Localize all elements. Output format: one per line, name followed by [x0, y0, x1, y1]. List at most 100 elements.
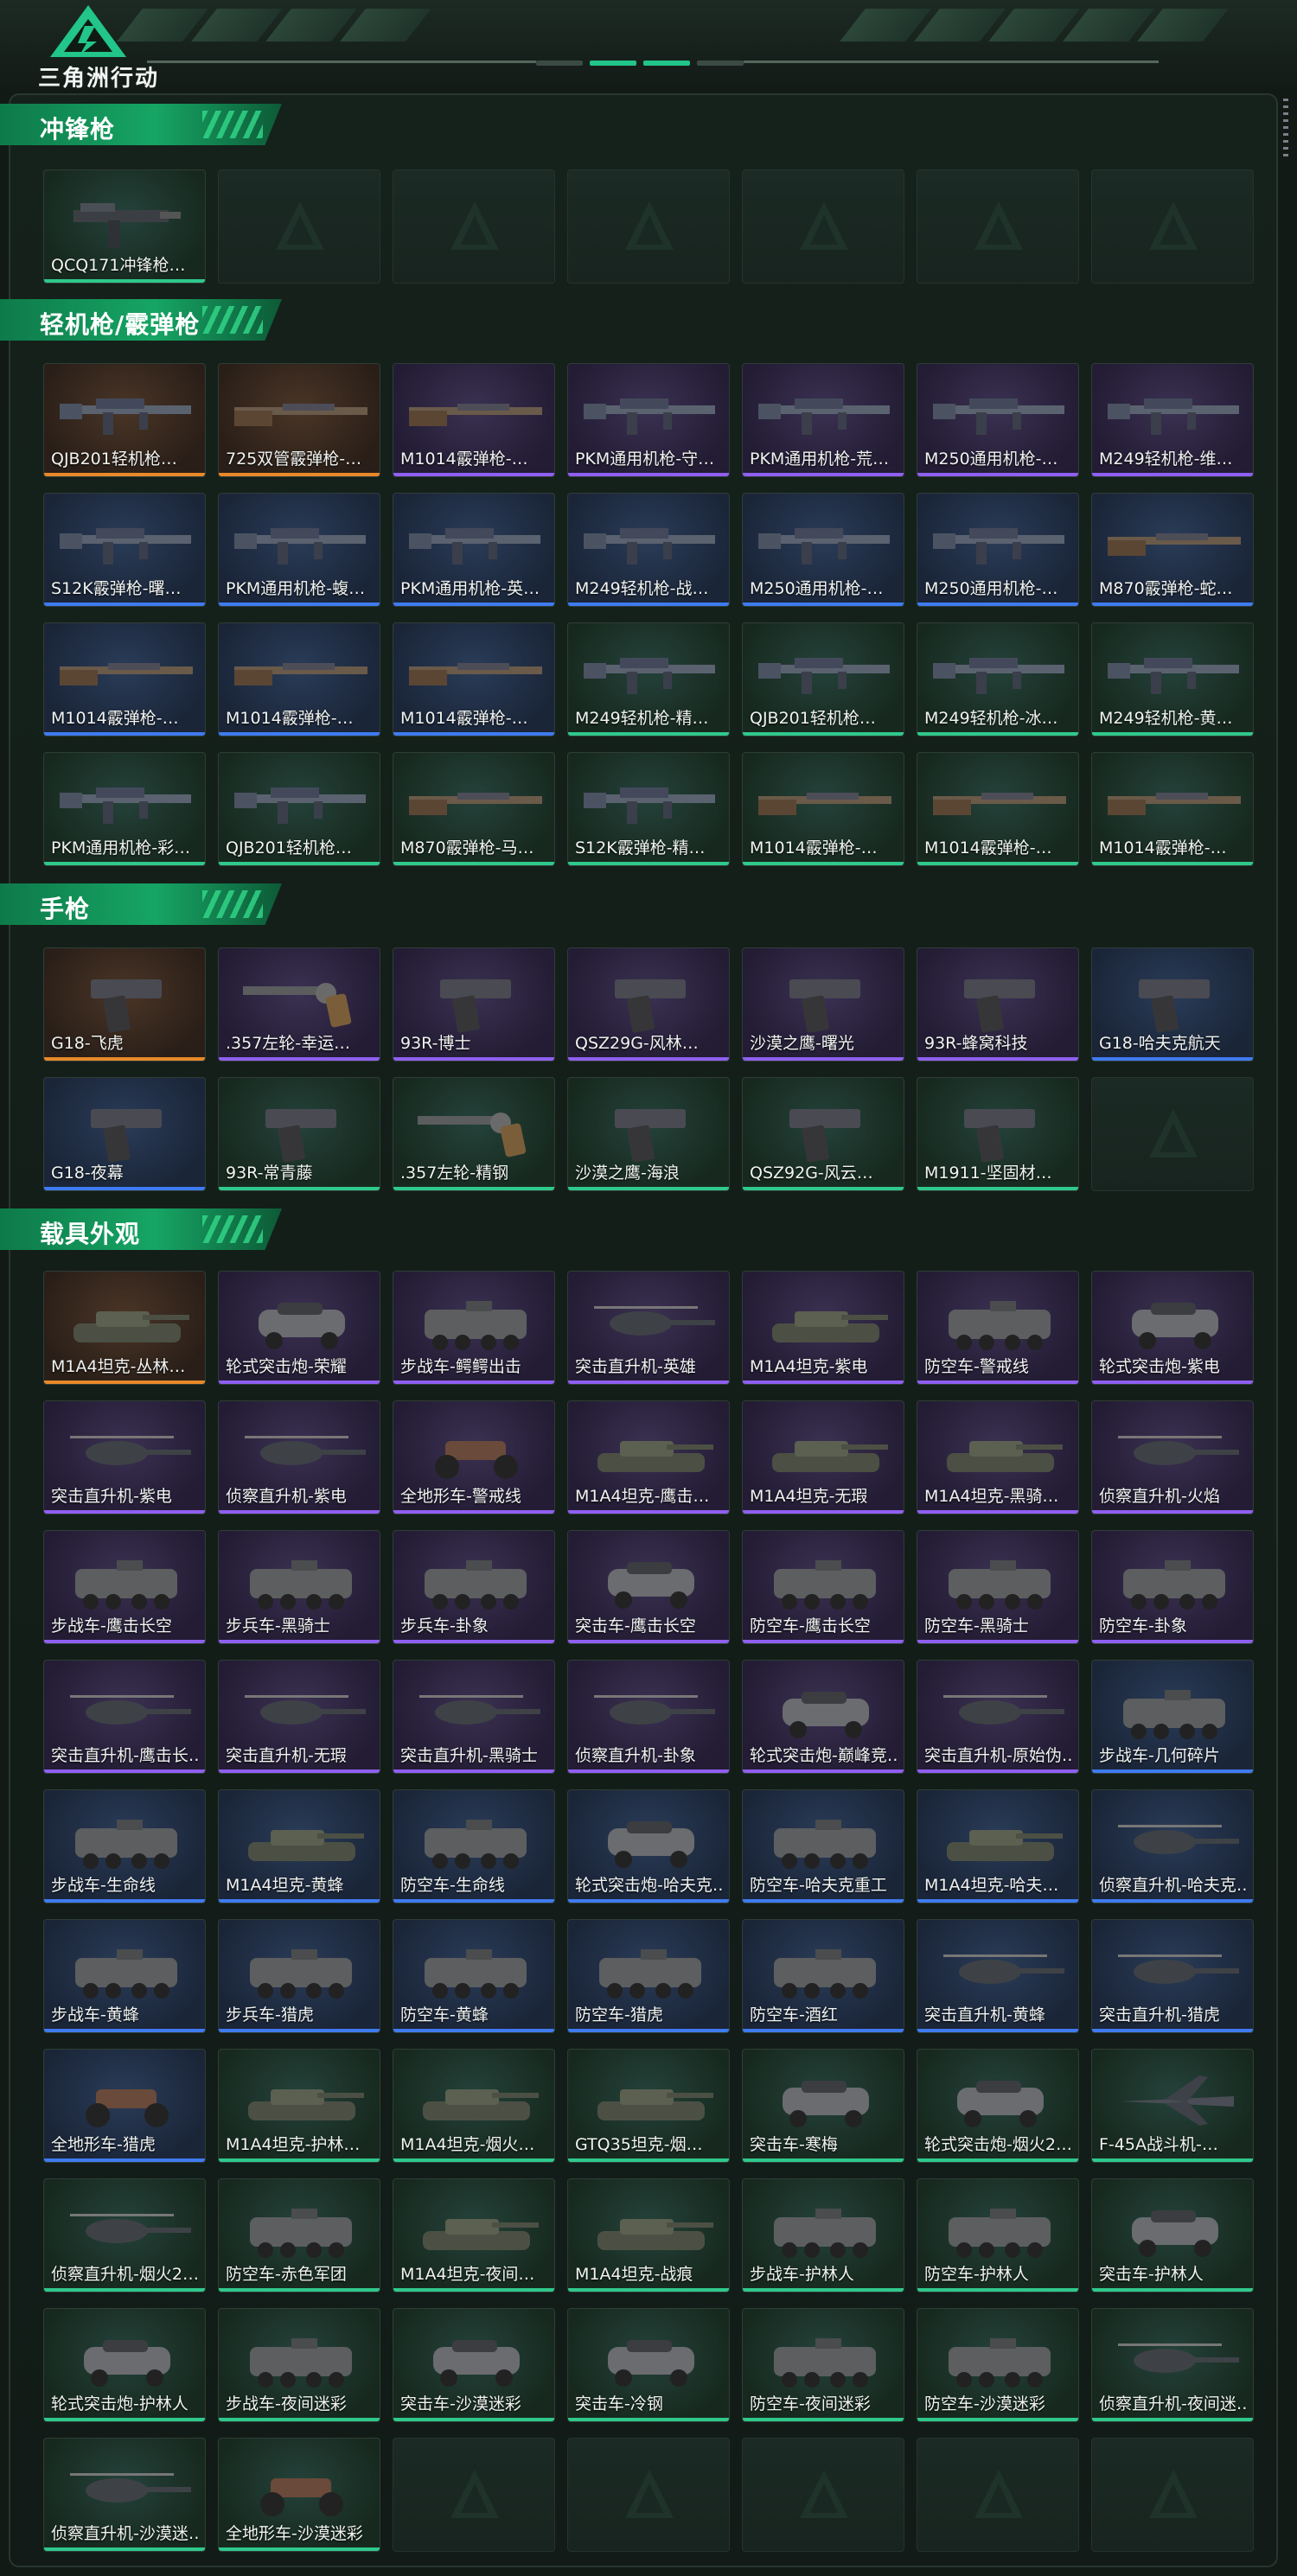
item-card[interactable]: 防空车-护林人 — [917, 2178, 1079, 2292]
item-card[interactable]: 突击车-冷钢 — [567, 2308, 730, 2422]
item-card[interactable]: M1A4坦克-黑骑… — [917, 1400, 1079, 1514]
item-card[interactable]: G18-夜幕 — [43, 1077, 206, 1191]
item-card[interactable]: .357左轮-精钢 — [393, 1077, 555, 1191]
item-card[interactable]: 步战车-夜间迷彩 — [218, 2308, 380, 2422]
item-card[interactable]: 突击直升机-无瑕 — [218, 1660, 380, 1774]
item-card[interactable]: QJB201轻机枪… — [218, 752, 380, 866]
item-card[interactable]: 防空车-酒红 — [742, 1919, 904, 2033]
item-card[interactable]: 轮式突击炮-护林人 — [43, 2308, 206, 2422]
item-card[interactable]: 防空车-警戒线 — [917, 1271, 1079, 1385]
item-card[interactable]: 突击车-护林人 — [1091, 2178, 1254, 2292]
item-card[interactable]: 侦察直升机-火焰 — [1091, 1400, 1254, 1514]
item-card[interactable]: 突击直升机-黄蜂 — [917, 1919, 1079, 2033]
item-card[interactable]: M1014霰弹枪-… — [742, 752, 904, 866]
item-card[interactable]: S12K霰弹枪-精… — [567, 752, 730, 866]
item-card[interactable]: 侦察直升机-烟火2… — [43, 2178, 206, 2292]
item-card[interactable]: M1A4坦克-无瑕 — [742, 1400, 904, 1514]
item-card[interactable]: M249轻机枪-精… — [567, 622, 730, 736]
item-card[interactable]: 突击直升机-紫电 — [43, 1400, 206, 1514]
item-card[interactable]: 沙漠之鹰-曙光 — [742, 947, 904, 1062]
item-card[interactable]: M1A4坦克-哈夫… — [917, 1789, 1079, 1903]
item-card[interactable]: PKM通用机枪-守… — [567, 363, 730, 477]
item-card[interactable]: 防空车-卦象 — [1091, 1530, 1254, 1644]
item-card[interactable]: 防空车-生命线 — [393, 1789, 555, 1903]
item-card[interactable]: 全地形车-猎虎 — [43, 2049, 206, 2163]
item-card[interactable]: M1014霰弹枪-… — [393, 363, 555, 477]
item-card[interactable]: M250通用机枪-… — [917, 493, 1079, 607]
item-card[interactable]: 轮式突击炮-哈夫克… — [567, 1789, 730, 1903]
item-card[interactable]: 突击直升机-黑骑士 — [393, 1660, 555, 1774]
item-card[interactable]: 防空车-哈夫克重工 — [742, 1789, 904, 1903]
item-card[interactable]: 全地形车-警戒线 — [393, 1400, 555, 1514]
item-card[interactable]: M1A4坦克-黄蜂 — [218, 1789, 380, 1903]
item-card[interactable]: M250通用机枪-… — [917, 363, 1079, 477]
item-card[interactable]: M870霰弹枪-马… — [393, 752, 555, 866]
item-card[interactable]: M1A4坦克-护林… — [218, 2049, 380, 2163]
item-card[interactable]: 93R-常青藤 — [218, 1077, 380, 1191]
item-card[interactable]: 防空车-夜间迷彩 — [742, 2308, 904, 2422]
item-card[interactable]: 全地形车-沙漠迷彩 — [218, 2438, 380, 2552]
item-card[interactable]: 93R-博士 — [393, 947, 555, 1062]
item-card[interactable]: 侦察直升机-沙漠迷… — [43, 2438, 206, 2552]
item-card[interactable]: M250通用机枪-… — [742, 493, 904, 607]
item-card[interactable]: QJB201轻机枪… — [43, 363, 206, 477]
item-card[interactable]: 轮式突击炮-巅峰竞… — [742, 1660, 904, 1774]
item-card[interactable]: 725双管霰弹枪-… — [218, 363, 380, 477]
item-card[interactable]: 侦察直升机-夜间迷… — [1091, 2308, 1254, 2422]
item-card[interactable]: 突击直升机-原始伪… — [917, 1660, 1079, 1774]
item-card[interactable]: GTQ35坦克-烟… — [567, 2049, 730, 2163]
item-card[interactable]: 防空车-赤色军团 — [218, 2178, 380, 2292]
item-card[interactable]: QSZ92G-风云… — [742, 1077, 904, 1191]
item-card[interactable]: PKM通用机枪-英… — [393, 493, 555, 607]
item-card[interactable]: 步战车-几何碎片 — [1091, 1660, 1254, 1774]
item-card[interactable]: M249轻机枪-维… — [1091, 363, 1254, 477]
item-card[interactable]: M249轻机枪-冰… — [917, 622, 1079, 736]
item-card[interactable]: 防空车-黑骑士 — [917, 1530, 1079, 1644]
item-card[interactable]: 防空车-鹰击长空 — [742, 1530, 904, 1644]
item-card[interactable]: G18-哈夫克航天 — [1091, 947, 1254, 1062]
item-card[interactable]: 步战车-护林人 — [742, 2178, 904, 2292]
item-card[interactable]: PKM通用机枪-彩… — [43, 752, 206, 866]
item-card[interactable]: 步战车-黄蜂 — [43, 1919, 206, 2033]
item-card[interactable]: M1A4坦克-紫电 — [742, 1271, 904, 1385]
item-card[interactable]: QCQ171冲锋枪… — [43, 169, 206, 284]
item-card[interactable]: 防空车-猎虎 — [567, 1919, 730, 2033]
item-card[interactable]: M1014霰弹枪-… — [1091, 752, 1254, 866]
item-card[interactable]: 侦察直升机-哈夫克… — [1091, 1789, 1254, 1903]
item-card[interactable]: 步兵车-猎虎 — [218, 1919, 380, 2033]
item-card[interactable]: QSZ29G-风林… — [567, 947, 730, 1062]
item-card[interactable]: 轮式突击炮-荣耀 — [218, 1271, 380, 1385]
item-card[interactable]: M249轻机枪-战… — [567, 493, 730, 607]
item-card[interactable]: M1A4坦克-烟火… — [393, 2049, 555, 2163]
item-card[interactable]: QJB201轻机枪… — [742, 622, 904, 736]
item-card[interactable]: 轮式突击炮-紫电 — [1091, 1271, 1254, 1385]
item-card[interactable]: 突击直升机-鹰击长… — [43, 1660, 206, 1774]
item-card[interactable]: 突击车-鹰击长空 — [567, 1530, 730, 1644]
item-card[interactable]: M1A4坦克-战痕 — [567, 2178, 730, 2292]
item-card[interactable]: M1A4坦克-丛林… — [43, 1271, 206, 1385]
item-card[interactable]: F-45A战斗机-… — [1091, 2049, 1254, 2163]
item-card[interactable]: 沙漠之鹰-海浪 — [567, 1077, 730, 1191]
item-card[interactable]: 步兵车-卦象 — [393, 1530, 555, 1644]
item-card[interactable]: 93R-蜂窝科技 — [917, 947, 1079, 1062]
item-card[interactable]: M870霰弹枪-蛇… — [1091, 493, 1254, 607]
item-card[interactable]: 突击车-寒梅 — [742, 2049, 904, 2163]
item-card[interactable]: M1014霰弹枪-… — [218, 622, 380, 736]
item-card[interactable]: 轮式突击炮-烟火2… — [917, 2049, 1079, 2163]
item-card[interactable]: 侦察直升机-卦象 — [567, 1660, 730, 1774]
item-card[interactable]: 步战车-生命线 — [43, 1789, 206, 1903]
item-card[interactable]: 突击车-沙漠迷彩 — [393, 2308, 555, 2422]
item-card[interactable]: M1A4坦克-夜间… — [393, 2178, 555, 2292]
item-card[interactable]: 突击直升机-猎虎 — [1091, 1919, 1254, 2033]
item-card[interactable]: M1014霰弹枪-… — [917, 752, 1079, 866]
item-card[interactable]: 步战车-鹰击长空 — [43, 1530, 206, 1644]
item-card[interactable]: M1911-坚固材… — [917, 1077, 1079, 1191]
item-card[interactable]: 突击直升机-英雄 — [567, 1271, 730, 1385]
item-card[interactable]: PKM通用机枪-蝮… — [218, 493, 380, 607]
item-card[interactable]: PKM通用机枪-荒… — [742, 363, 904, 477]
item-card[interactable]: .357左轮-幸运… — [218, 947, 380, 1062]
item-card[interactable]: M1014霰弹枪-… — [43, 622, 206, 736]
scroll-indicator[interactable] — [1283, 99, 1288, 159]
item-card[interactable]: S12K霰弹枪-曙… — [43, 493, 206, 607]
item-card[interactable]: M1014霰弹枪-… — [393, 622, 555, 736]
